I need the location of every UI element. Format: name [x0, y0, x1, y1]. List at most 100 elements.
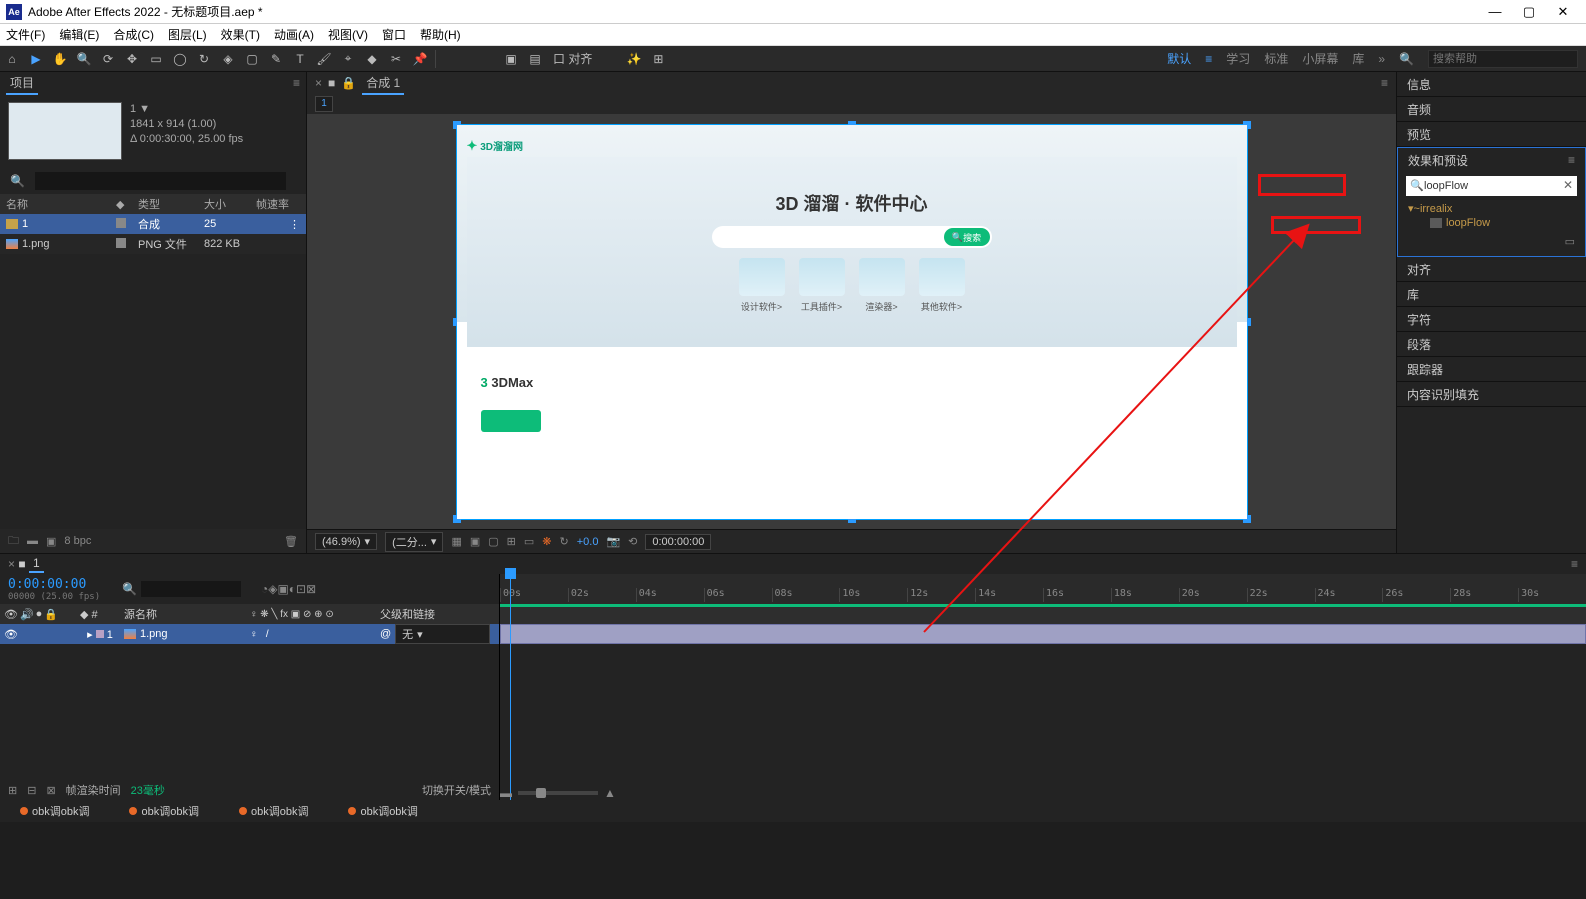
bpc-label[interactable]: 8 bpc: [64, 535, 91, 547]
mask-vis-icon[interactable]: ▣: [470, 535, 480, 548]
panel-para[interactable]: 段落: [1397, 332, 1586, 356]
tl-opt4-icon[interactable]: ◐: [289, 582, 296, 596]
canvas-area[interactable]: ✦ 3D溜溜网 3D 溜溜 · 软件中心 🔍 搜索 设计软件> 工具插件> 渲染…: [307, 114, 1396, 529]
wand-icon[interactable]: ✨: [622, 47, 646, 71]
lock-col-icon[interactable]: 🔒: [44, 608, 58, 621]
guides-icon[interactable]: ⊞: [507, 535, 516, 548]
timeline-right[interactable]: 00s02s04s06s 08s10s12s14s 16s18s20s22s 2…: [500, 574, 1586, 800]
comp-panel-menu-icon[interactable]: ≡: [1381, 76, 1388, 90]
menu-file[interactable]: 文件(F): [6, 26, 45, 43]
menu-effect[interactable]: 效果(T): [221, 26, 260, 43]
shape-tool-icon[interactable]: ▢: [240, 47, 264, 71]
workspace-chevron-icon[interactable]: »: [1378, 52, 1385, 66]
col-tag[interactable]: ◆: [116, 198, 138, 211]
timeline-menu-icon[interactable]: ≡: [1571, 557, 1578, 571]
comp-thumbnail[interactable]: [8, 102, 122, 160]
tlf-icon2[interactable]: ⊟: [27, 784, 36, 797]
panel-audio[interactable]: 音频: [1397, 97, 1586, 121]
menu-comp[interactable]: 合成(C): [113, 26, 154, 43]
clear-search-icon[interactable]: ✕: [1563, 178, 1573, 192]
label-col-icon[interactable]: ◆: [80, 609, 88, 621]
roto-tool-icon[interactable]: ✂: [384, 47, 408, 71]
snapshot-icon[interactable]: 📷: [606, 535, 620, 548]
tl-opt3-icon[interactable]: ▣: [277, 582, 288, 596]
workspace-lib[interactable]: 库: [1352, 50, 1364, 67]
workspace-default[interactable]: 默认: [1167, 50, 1191, 67]
orbit-tool-icon[interactable]: ⟳: [96, 47, 120, 71]
minimize-button[interactable]: —: [1478, 1, 1512, 23]
rect-tool-icon[interactable]: ▭: [144, 47, 168, 71]
pan-behind-icon[interactable]: ✥: [120, 47, 144, 71]
menu-anim[interactable]: 动画(A): [274, 26, 314, 43]
zoom-in-icon[interactable]: ▲: [604, 786, 616, 800]
interpret-icon[interactable]: 🗀: [8, 532, 19, 551]
project-search-input[interactable]: [35, 172, 286, 190]
exposure-value[interactable]: +0.0: [577, 536, 599, 548]
parent-col[interactable]: 父级和链接: [380, 606, 490, 622]
parent-dropdown[interactable]: 无 ▾: [395, 624, 490, 644]
current-timecode[interactable]: 0:00:00:00: [8, 577, 110, 592]
workspace-learn[interactable]: 学习: [1226, 50, 1250, 67]
folder-icon[interactable]: ▬: [27, 535, 38, 547]
rotate-icon[interactable]: ↻: [192, 47, 216, 71]
panel-lib[interactable]: 库: [1397, 282, 1586, 306]
panel-preview[interactable]: 预览: [1397, 122, 1586, 146]
color-mgmt-icon[interactable]: ❋: [542, 535, 551, 548]
timeline-layer-row[interactable]: 👁 ▸ 1 1.png ♀ / @无 ▾: [0, 624, 499, 644]
region-icon[interactable]: ▢: [488, 535, 498, 548]
tl-opt2-icon[interactable]: ◈: [268, 582, 277, 596]
workspace-hamburger-icon[interactable]: ≡: [1205, 52, 1212, 66]
solo-col-icon[interactable]: ●: [36, 608, 43, 621]
layer-twirl-icon[interactable]: ▸: [87, 629, 93, 641]
comp-tab-label[interactable]: 合成 1: [362, 72, 404, 95]
menu-edit[interactable]: 编辑(E): [59, 26, 99, 43]
workspace-small[interactable]: 小屏幕: [1302, 50, 1338, 67]
effects-menu-icon[interactable]: ≡: [1568, 153, 1575, 167]
panel-menu-icon[interactable]: ≡: [293, 76, 300, 90]
resolution-dropdown[interactable]: (二分... ▾: [385, 532, 443, 552]
panel-info[interactable]: 信息: [1397, 72, 1586, 96]
eraser-tool-icon[interactable]: ◆: [360, 47, 384, 71]
tlf-icon3[interactable]: ⊠: [46, 784, 55, 797]
project-row-img[interactable]: 1.png PNG 文件 822 KB: [0, 234, 306, 254]
selection-tool-icon[interactable]: ▶: [24, 47, 48, 71]
zoom-out-icon[interactable]: ▬: [500, 786, 512, 800]
comp-tab-lock-icon[interactable]: 🔒: [341, 76, 356, 90]
col-size[interactable]: 大小: [204, 196, 256, 212]
tl-opt5-icon[interactable]: ⊡: [296, 582, 306, 596]
snap-icon[interactable]: ▣: [499, 47, 523, 71]
reset-exp-icon[interactable]: ↻: [560, 535, 569, 548]
new-bin-icon[interactable]: ▭: [1565, 236, 1575, 248]
effects-search-input[interactable]: [1406, 176, 1577, 196]
project-tab[interactable]: 项目: [6, 72, 38, 95]
ellipse-tool-icon[interactable]: ◯: [168, 47, 192, 71]
brush-tool-icon[interactable]: 🖌: [312, 47, 336, 71]
layer-visibility-icon[interactable]: 👁: [4, 628, 18, 641]
layer-bar[interactable]: [500, 624, 1586, 644]
timeline-tab[interactable]: 1: [29, 555, 44, 573]
anchor-icon[interactable]: ◈: [216, 47, 240, 71]
transparency-grid-icon[interactable]: ▦: [451, 535, 461, 548]
parent-pickwhip-icon[interactable]: @: [380, 628, 391, 640]
col-type[interactable]: 类型: [138, 196, 204, 212]
panel-align[interactable]: 对齐: [1397, 257, 1586, 281]
menu-layer[interactable]: 图层(L): [168, 26, 207, 43]
puppet-tool-icon[interactable]: 📌: [408, 47, 432, 71]
menu-window[interactable]: 窗口: [382, 26, 406, 43]
comp-mini-num[interactable]: 1: [315, 96, 333, 112]
grid-icon[interactable]: ⊞: [646, 47, 670, 71]
workspace-standard[interactable]: 标准: [1264, 50, 1288, 67]
tlf-icon1[interactable]: ⊞: [8, 784, 17, 797]
menu-view[interactable]: 视图(V): [328, 26, 368, 43]
channel-icon[interactable]: ▭: [524, 535, 534, 548]
toggle-switches[interactable]: 切换开关/模式: [422, 782, 491, 798]
panel-track[interactable]: 跟踪器: [1397, 357, 1586, 381]
close-button[interactable]: ✕: [1546, 1, 1580, 23]
comp-tab-close-icon[interactable]: ×: [315, 76, 322, 90]
preview-time[interactable]: 0:00:00:00: [645, 534, 711, 550]
audio-col-icon[interactable]: 🔊: [20, 608, 34, 621]
panel-fill[interactable]: 内容识别填充: [1397, 382, 1586, 406]
playhead[interactable]: [510, 574, 511, 800]
snap-2-icon[interactable]: ▤: [523, 47, 547, 71]
menu-help[interactable]: 帮助(H): [420, 26, 461, 43]
